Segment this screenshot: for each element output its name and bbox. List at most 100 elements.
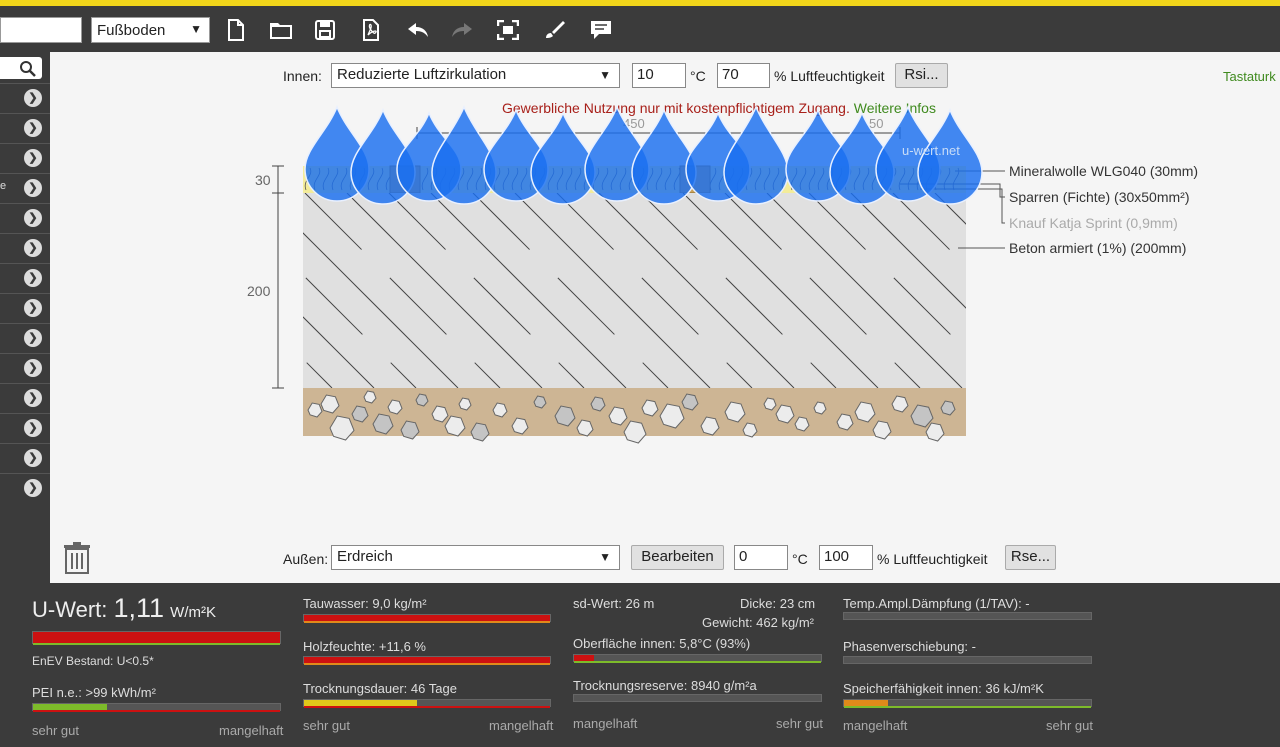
scale-bad-label: mangelhaft	[489, 718, 554, 733]
chevron-right-icon: ❯	[24, 449, 42, 467]
dimension-200: 200	[247, 283, 271, 299]
scale-good-label: sehr gut	[776, 716, 823, 731]
chevron-right-icon: ❯	[24, 209, 42, 227]
sidebar-item[interactable]: ❯	[0, 83, 50, 112]
chevron-right-icon: ❯	[24, 119, 42, 137]
pdf-export-icon[interactable]	[357, 16, 385, 44]
chevron-right-icon: ❯	[24, 269, 42, 287]
pei-value: PEI n.e.: >99 kWh/m²	[32, 685, 156, 700]
weight-value: Gewicht: 462 kg/m²	[702, 615, 814, 630]
holzfeuchte-bar	[303, 656, 551, 665]
new-file-icon[interactable]	[222, 16, 250, 44]
sidebar-item[interactable]: ❯	[0, 113, 50, 142]
wall-construction-diagram: 30 200 450 50 Mineralwolle WLG040 (30mm)…	[247, 104, 1280, 444]
tauwasser-value: Tauwasser: 9,0 kg/m²	[303, 596, 427, 611]
layer-label[interactable]: Knauf Katja Sprint (0,9mm)	[1009, 215, 1178, 231]
bar-reference-line	[304, 706, 550, 708]
edit-button[interactable]: Bearbeiten	[631, 545, 724, 570]
chevron-down-icon: ▼	[599, 550, 611, 564]
layer-label[interactable]: Mineralwolle WLG040 (30mm)	[1009, 163, 1198, 179]
bar-fill	[33, 632, 280, 643]
main-area: Innen: Reduzierte Luftzirkulation ▼ 10 °…	[50, 52, 1280, 583]
project-name-input[interactable]	[0, 17, 82, 43]
rse-button[interactable]: Rse...	[1005, 545, 1056, 570]
exterior-medium-value: Erdreich	[337, 548, 393, 565]
fit-screen-icon[interactable]	[494, 16, 522, 44]
sidebar-item[interactable]: ❯	[0, 143, 50, 172]
sidebar-item[interactable]: ❯	[0, 443, 50, 472]
pei-bar	[32, 703, 281, 712]
sidebar-item[interactable]: ❯	[0, 323, 50, 352]
chevron-right-icon: ❯	[24, 359, 42, 377]
chevron-right-icon: ❯	[24, 179, 42, 197]
exterior-humidity-unit: % Luftfeuchtigkeit	[877, 551, 988, 567]
sidebar-item[interactable]: ❯	[0, 233, 50, 262]
heat-capacity-value: Speicherfähigkeit innen: 36 kJ/m²K	[843, 681, 1044, 696]
bar-reference-line	[33, 710, 280, 712]
exterior-temperature-input[interactable]: 0	[734, 545, 788, 570]
results-panel: U-Wert: 1,11 W/m²K EnEV Bestand: U<0.5* …	[0, 583, 1280, 747]
bar-reference-line	[304, 621, 550, 623]
chevron-right-icon: ❯	[24, 389, 42, 407]
dimension-30: 30	[255, 172, 271, 188]
bar-reference-line	[33, 643, 280, 645]
chevron-right-icon: ❯	[24, 89, 42, 107]
sidebar-item-label: e	[0, 180, 7, 192]
component-type-select[interactable]: Fußboden ▼	[91, 17, 210, 43]
toolbar: Fußboden ▼	[0, 6, 1280, 52]
sidebar-item[interactable]: ❯	[0, 203, 50, 232]
open-folder-icon[interactable]	[267, 16, 295, 44]
exterior-label: Außen:	[283, 551, 329, 567]
chevron-right-icon: ❯	[24, 479, 42, 497]
exterior-humidity-input[interactable]: 100	[819, 545, 873, 570]
redo-icon[interactable]	[448, 16, 476, 44]
chevron-right-icon: ❯	[24, 149, 42, 167]
save-icon[interactable]	[311, 16, 339, 44]
brush-icon[interactable]	[540, 16, 568, 44]
concrete-hatch-line	[1229, 193, 1280, 388]
sidebar-item[interactable]: ❯	[0, 263, 50, 292]
scale-good-label: sehr gut	[32, 723, 79, 738]
sidebar-item[interactable]: ❯	[0, 473, 50, 502]
drying-reserve-value: Trocknungsreserve: 8940 g/m²a	[573, 678, 757, 693]
surface-temp-value: Oberfläche innen: 5,8°C (93%)	[573, 636, 751, 651]
sidebar-item[interactable]: ❯	[0, 293, 50, 322]
bar-reference-line	[574, 661, 821, 663]
chevron-right-icon: ❯	[24, 299, 42, 317]
phase-shift-value: Phasenverschiebung: -	[843, 639, 976, 654]
watermark: u-wert.net	[902, 143, 960, 158]
sidebar: ❯ ❯ ❯ e ❯ ❯ ❯ ❯ ❯ ❯ ❯ ❯ ❯ ❯ ❯	[0, 52, 50, 583]
u-value-unit: W/m²K	[170, 604, 216, 621]
enev-reference: EnEV Bestand: U<0.5*	[32, 654, 154, 668]
bar-reference-line	[844, 706, 1091, 708]
holzfeuchte-value: Holzfeuchte: +11,6 %	[303, 639, 426, 654]
drying-reserve-bar	[573, 694, 822, 702]
component-type-value: Fußboden	[97, 22, 166, 39]
scale-good-label: sehr gut	[1046, 718, 1093, 733]
sidebar-item[interactable]: ❯	[0, 413, 50, 442]
u-value-bar	[32, 631, 281, 645]
sidebar-item[interactable]: ❯	[0, 353, 50, 382]
chevron-down-icon: ▼	[190, 22, 202, 36]
trocknungsdauer-bar	[303, 699, 551, 708]
water-drop	[723, 104, 789, 205]
u-value-label: U-Wert:	[32, 597, 108, 622]
temp-amplitude-bar	[843, 612, 1092, 620]
chevron-right-icon: ❯	[24, 419, 42, 437]
tauwasser-bar	[303, 614, 551, 623]
heat-capacity-bar	[843, 699, 1092, 708]
scale-bad-label: mangelhaft	[843, 718, 908, 733]
sidebar-search-input[interactable]	[0, 57, 42, 79]
layer-label[interactable]: Sparren (Fichte) (30x50mm²)	[1009, 189, 1190, 205]
sidebar-item[interactable]: ❯	[0, 383, 50, 412]
trash-icon[interactable]	[63, 542, 91, 577]
concrete-hatch-line	[1187, 193, 1280, 388]
concrete-hatch-line	[303, 358, 333, 388]
comment-icon[interactable]	[587, 16, 615, 44]
thickness-value: Dicke: 23 cm	[740, 596, 816, 611]
layer-label[interactable]: Beton armiert (1%) (200mm)	[1009, 240, 1186, 256]
undo-icon[interactable]	[404, 16, 432, 44]
exterior-medium-select[interactable]: Erdreich ▼	[331, 545, 620, 570]
scale-good-label: sehr gut	[303, 718, 350, 733]
sidebar-item[interactable]: e ❯	[0, 173, 50, 202]
